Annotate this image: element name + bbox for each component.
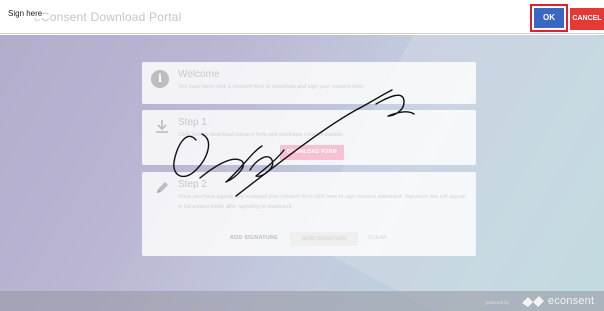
step2-text: Once you have signed and reviewed your c… xyxy=(178,194,467,210)
welcome-card: i Welcome You have been sent a consent f… xyxy=(142,62,476,104)
step2-actions: ADD SIGNATURE SEND SIGNATURE CLEAR xyxy=(142,232,476,248)
send-signature-button[interactable]: SEND SIGNATURE xyxy=(290,232,358,246)
pencil-icon xyxy=(157,182,168,193)
welcome-title: Welcome xyxy=(178,69,220,80)
info-icon: i xyxy=(151,70,169,88)
add-signature-button[interactable]: ADD SIGNATURE xyxy=(230,235,278,241)
ok-button[interactable]: OK xyxy=(534,8,564,28)
welcome-text: You have been sent a consent form to dow… xyxy=(178,84,365,90)
step2-card: Step 2 Once you have signed and reviewed… xyxy=(142,172,476,256)
clear-button[interactable]: CLEAR xyxy=(368,235,387,241)
step1-title: Step 1 xyxy=(178,117,207,128)
econsent-brand: econsent xyxy=(548,295,595,307)
download-form-button[interactable]: DOWNLOAD FORM xyxy=(280,145,344,160)
econsent-logo-icon xyxy=(522,296,544,307)
download-icon xyxy=(156,120,168,133)
powered-by-text: powered by xyxy=(486,300,510,305)
step1-text: Click here to download consent form and … xyxy=(178,132,344,138)
title-bar: eConsent Download Portal Sign here OK CA… xyxy=(0,0,604,34)
cancel-button[interactable]: CANCEL xyxy=(570,8,604,30)
ok-button-highlight: OK xyxy=(530,4,568,32)
sign-here-label: Sign here xyxy=(7,9,44,18)
portal-background: i Welcome You have been sent a consent f… xyxy=(0,35,604,311)
signature-screen: i Welcome You have been sent a consent f… xyxy=(0,0,604,311)
footer-bar: powered by econsent xyxy=(0,291,604,311)
app-title: eConsent Download Portal xyxy=(34,10,182,24)
step2-title: Step 2 xyxy=(178,179,207,190)
step1-card: Step 1 Click here to download consent fo… xyxy=(142,110,476,165)
